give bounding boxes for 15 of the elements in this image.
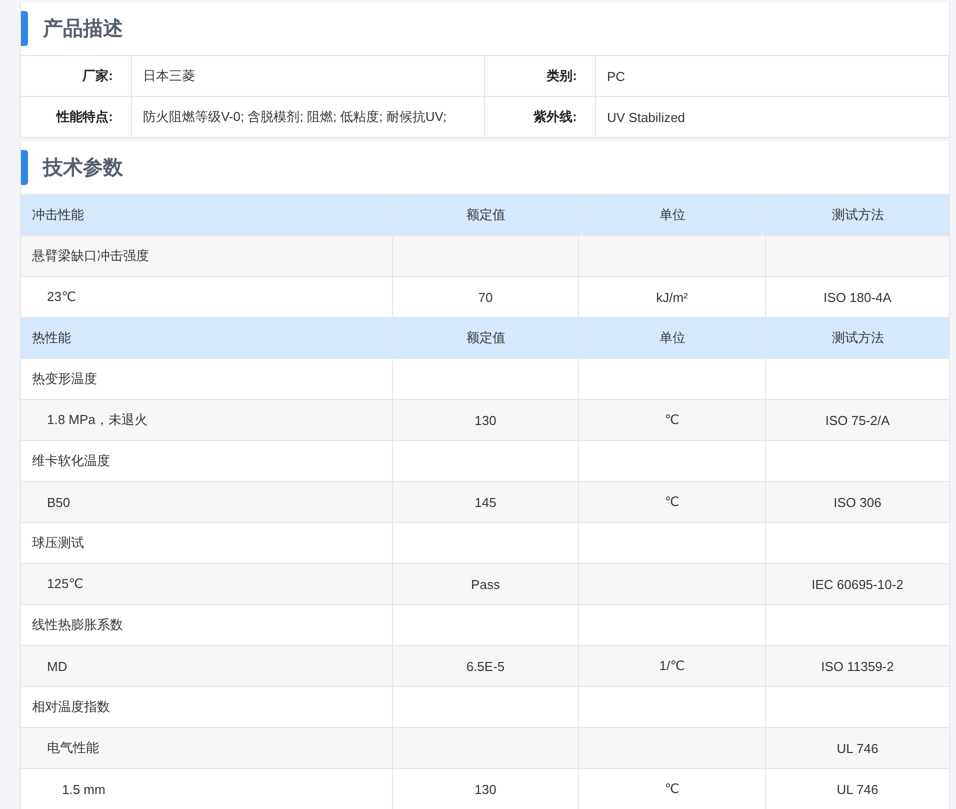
field-value: 防火阻燃等级V-0; 含脱模剂; 阻燃; 低粘度; 耐候抗UV; — [132, 97, 485, 138]
table-cell: ℃ — [579, 769, 766, 809]
field-value: 日本三菱 — [132, 56, 485, 97]
table-cell: 1.5 mm — [21, 769, 393, 809]
section-title: 产品描述 — [43, 16, 123, 42]
table-cell: UL 746 — [766, 769, 949, 809]
accent-bar — [21, 150, 28, 185]
section-title: 技术参数 — [43, 156, 123, 181]
accent-bar — [21, 11, 28, 46]
field-label: 性能特点: — [21, 97, 132, 138]
table-cell: 130 — [393, 769, 579, 809]
field-value: PC — [596, 56, 949, 97]
field-label: 紫外线: — [485, 97, 596, 138]
field-label: 厂家: — [21, 56, 132, 97]
field-label: 类别: — [485, 56, 596, 97]
